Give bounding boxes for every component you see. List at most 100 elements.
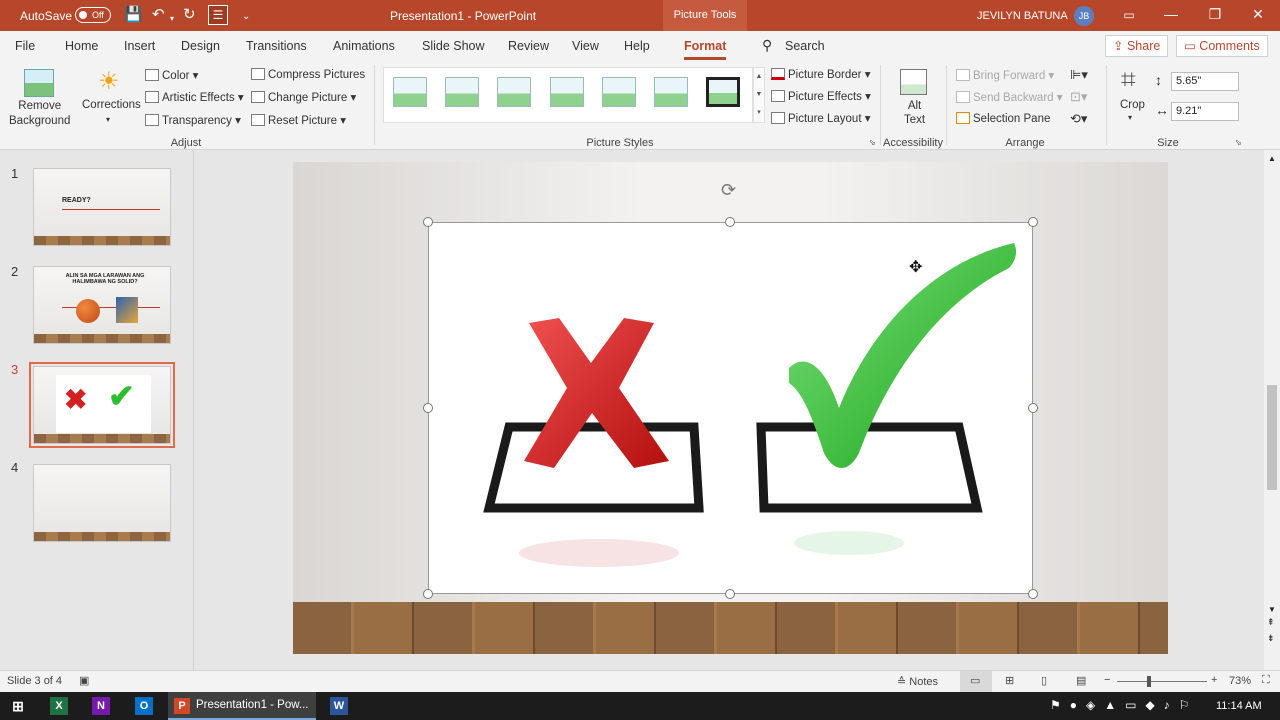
- gallery-up-icon[interactable]: ▲: [756, 73, 763, 80]
- remove-background-button[interactable]: Remove Background: [9, 99, 70, 129]
- group-icon[interactable]: ⊡▾: [1070, 89, 1087, 105]
- start-icon[interactable]: ⊞: [9, 697, 27, 715]
- minimize-icon[interactable]: —: [1156, 6, 1186, 22]
- alt-text-icon[interactable]: [900, 69, 927, 95]
- accessibility-check-icon[interactable]: ▣: [79, 674, 89, 687]
- slide-thumbnail-4[interactable]: [33, 464, 171, 542]
- scroll-down-icon[interactable]: ▼: [1268, 605, 1276, 614]
- picture-style-1[interactable]: [393, 77, 427, 107]
- crop-button[interactable]: Crop: [1120, 99, 1145, 111]
- avatar[interactable]: JB: [1074, 6, 1094, 26]
- resize-handle[interactable]: [725, 589, 735, 599]
- outlook-icon[interactable]: O: [135, 697, 153, 715]
- resize-handle[interactable]: [423, 589, 433, 599]
- picture-styles-gallery[interactable]: [383, 67, 753, 123]
- dialog-launcher-icon[interactable]: ⬂: [869, 138, 876, 147]
- tab-review[interactable]: Review: [508, 39, 549, 53]
- compress-pictures-button[interactable]: Compress Pictures: [251, 68, 365, 81]
- autosave-toggle[interactable]: Off: [75, 7, 111, 23]
- reset-picture-button[interactable]: Reset Picture ▾: [251, 113, 346, 127]
- height-input[interactable]: 5.65": [1171, 72, 1239, 91]
- tab-format[interactable]: Format: [684, 39, 727, 60]
- width-input[interactable]: 9.21": [1171, 102, 1239, 121]
- resize-handle[interactable]: [725, 217, 735, 227]
- zoom-in-icon[interactable]: +: [1211, 674, 1217, 686]
- corrections-icon[interactable]: ☀: [98, 67, 120, 96]
- customize-qat-icon[interactable]: ⌄: [242, 8, 250, 26]
- tab-design[interactable]: Design: [181, 39, 220, 53]
- slide-thumbnail-3[interactable]: ✖ ✔: [29, 362, 175, 448]
- tab-insert[interactable]: Insert: [124, 39, 155, 53]
- selection-pane-button[interactable]: Selection Pane: [956, 112, 1050, 125]
- gallery-scroll[interactable]: ▲ ▼ ▾: [753, 67, 765, 123]
- excel-icon[interactable]: X: [50, 697, 68, 715]
- selected-picture[interactable]: [428, 222, 1033, 594]
- picture-style-3[interactable]: [497, 77, 531, 107]
- rotate-handle-icon[interactable]: ⟳: [721, 180, 736, 201]
- scroll-up-icon[interactable]: ▲: [1268, 154, 1276, 163]
- slide-thumbnail-1[interactable]: READY?: [33, 168, 171, 246]
- powerpoint-taskbar-button[interactable]: P Presentation1 - Pow...: [168, 692, 316, 720]
- picture-style-2[interactable]: [445, 77, 479, 107]
- resize-handle[interactable]: [423, 217, 433, 227]
- restore-icon[interactable]: ❐: [1200, 6, 1230, 23]
- previous-slide-icon[interactable]: ⇞: [1267, 617, 1275, 628]
- user-name[interactable]: JEVILYN BATUNA: [977, 10, 1068, 22]
- search-icon[interactable]: ⚲: [762, 37, 772, 54]
- picture-style-6[interactable]: [654, 77, 688, 107]
- crop-dropdown-icon[interactable]: ▾: [1128, 113, 1132, 122]
- close-icon[interactable]: ✕: [1243, 6, 1273, 23]
- save-icon[interactable]: 💾: [124, 6, 143, 24]
- zoom-slider[interactable]: [1117, 681, 1207, 682]
- resize-handle[interactable]: [1028, 589, 1038, 599]
- picture-style-4[interactable]: [550, 77, 584, 107]
- notes-button[interactable]: ≙ Notes: [897, 675, 938, 688]
- bring-forward-button[interactable]: Bring Forward ▾: [956, 68, 1054, 82]
- zoom-level[interactable]: 73%: [1229, 675, 1251, 687]
- tab-animations[interactable]: Animations: [333, 39, 395, 53]
- crop-icon[interactable]: ⌗: [1121, 64, 1136, 96]
- resize-handle[interactable]: [423, 403, 433, 413]
- redo-icon[interactable]: ↻: [183, 6, 196, 24]
- vertical-scrollbar[interactable]: ▲ ▼ ⇞ ⇟: [1264, 150, 1280, 670]
- word-icon[interactable]: W: [330, 697, 348, 715]
- reading-view-icon[interactable]: ▯: [1041, 674, 1047, 687]
- zoom-slider-thumb[interactable]: [1147, 676, 1151, 687]
- picture-layout-button[interactable]: Picture Layout ▾: [771, 111, 870, 125]
- corrections-button[interactable]: Corrections: [82, 99, 141, 111]
- comments-button[interactable]: ▭ Comments: [1176, 35, 1268, 57]
- tab-file[interactable]: File: [15, 39, 35, 53]
- ribbon-display-options-icon[interactable]: ▭: [1114, 8, 1144, 22]
- search-box[interactable]: Search: [785, 39, 825, 53]
- onenote-icon[interactable]: N: [92, 697, 110, 715]
- resize-handle[interactable]: [1028, 217, 1038, 227]
- remove-background-icon[interactable]: [24, 69, 54, 97]
- scrollbar-thumb[interactable]: [1267, 385, 1277, 490]
- fit-to-window-icon[interactable]: ⛶: [1262, 674, 1270, 687]
- artistic-effects-button[interactable]: Artistic Effects ▾: [145, 90, 244, 104]
- tab-help[interactable]: Help: [624, 39, 650, 53]
- tab-view[interactable]: View: [572, 39, 599, 53]
- presenter-icon[interactable]: ☰: [208, 5, 228, 25]
- share-button[interactable]: ⇪ Share: [1105, 35, 1169, 57]
- gallery-down-icon[interactable]: ▼: [756, 91, 763, 98]
- picture-style-5[interactable]: [602, 77, 636, 107]
- undo-icon[interactable]: ↶: [152, 6, 165, 24]
- slideshow-icon[interactable]: ▤: [1076, 674, 1086, 687]
- corrections-dropdown-icon[interactable]: ▾: [106, 115, 110, 124]
- tab-slide-show[interactable]: Slide Show: [422, 39, 485, 53]
- undo-dropdown-icon[interactable]: ▾: [170, 10, 174, 28]
- system-tray-icons[interactable]: ⚑●◈▲▭◆♪⚐: [1050, 698, 1198, 712]
- align-icon[interactable]: ⊫▾: [1070, 67, 1088, 83]
- next-slide-icon[interactable]: ⇟: [1267, 633, 1275, 644]
- alt-text-button[interactable]: Alt Text: [904, 99, 925, 127]
- picture-border-button[interactable]: Picture Border ▾: [771, 67, 870, 81]
- picture-effects-button[interactable]: Picture Effects ▾: [771, 89, 871, 103]
- tab-home[interactable]: Home: [65, 39, 98, 53]
- clock[interactable]: 11:14 AM: [1216, 700, 1262, 712]
- tab-transitions[interactable]: Transitions: [246, 39, 307, 53]
- color-button[interactable]: Color ▾: [145, 68, 198, 82]
- size-dialog-launcher-icon[interactable]: ⬂: [1235, 138, 1242, 147]
- zoom-out-icon[interactable]: −: [1104, 674, 1110, 686]
- picture-style-7[interactable]: [706, 77, 740, 107]
